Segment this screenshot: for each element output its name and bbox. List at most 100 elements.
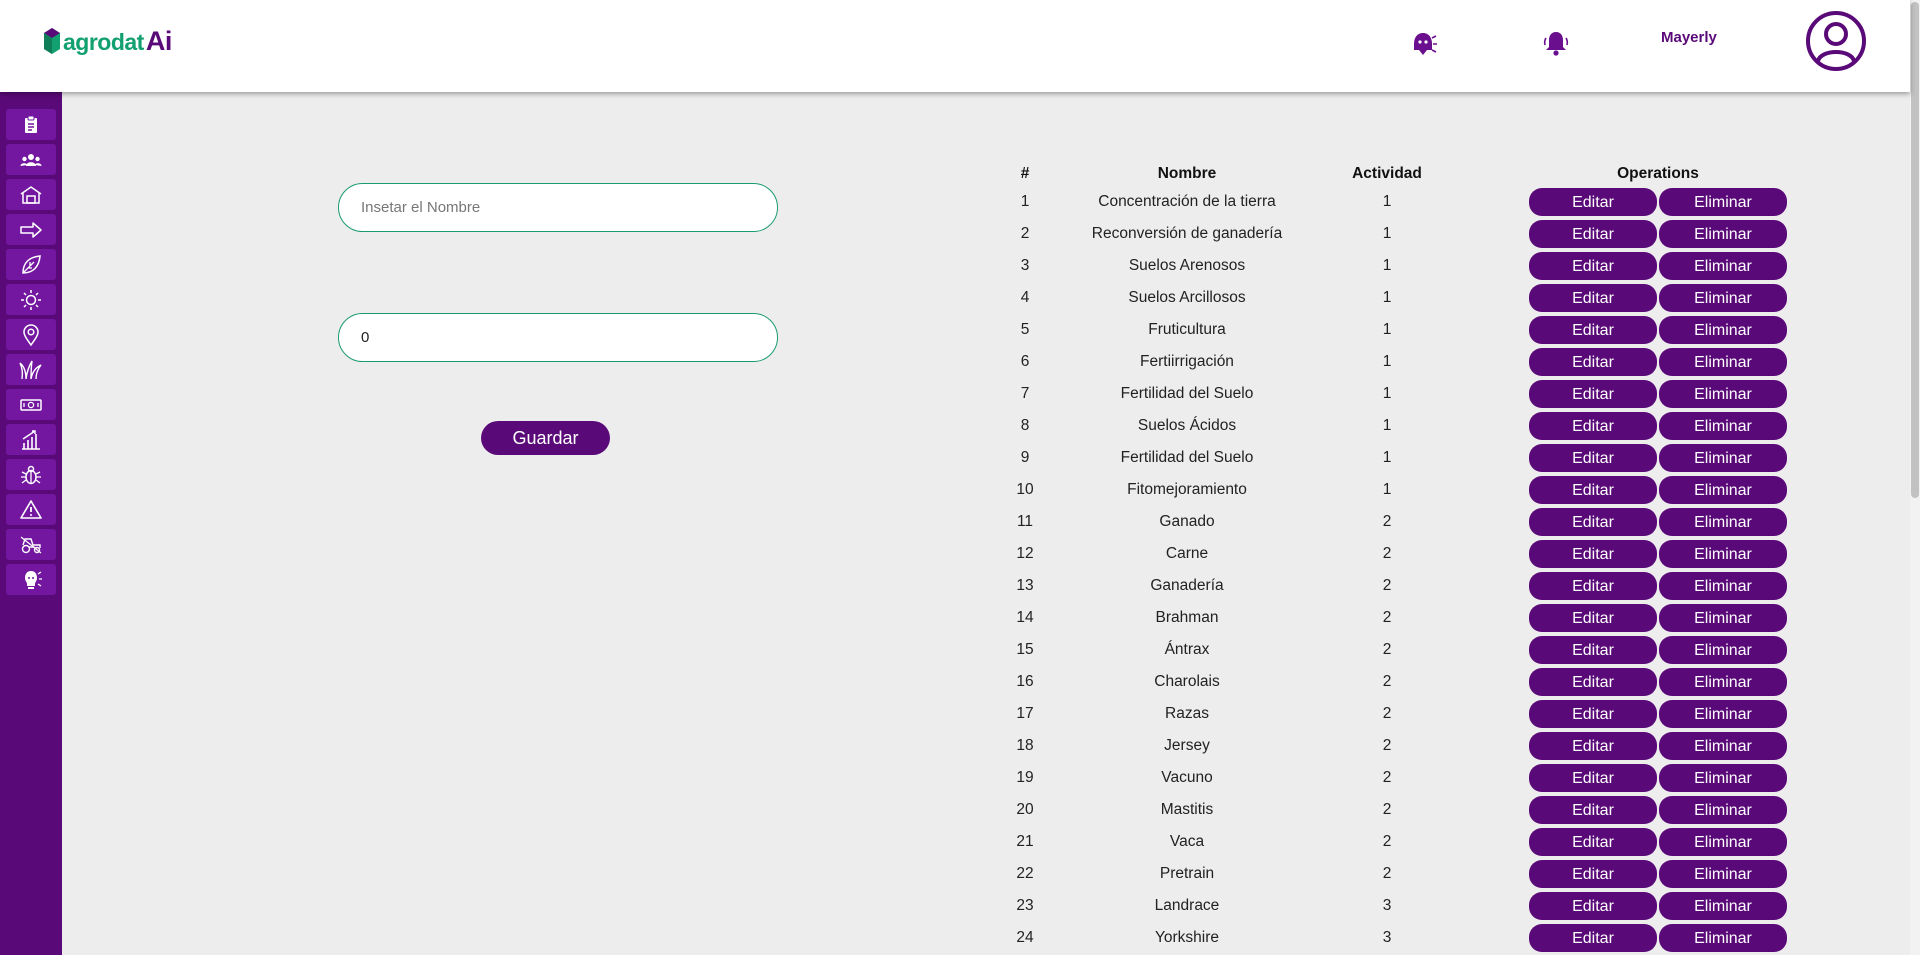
table-row: 13 Ganadería 2 Editar Eliminar bbox=[998, 570, 1864, 602]
row-number: 1 bbox=[1020, 193, 1030, 210]
delete-button[interactable]: Eliminar bbox=[1659, 252, 1787, 280]
delete-button[interactable]: Eliminar bbox=[1659, 220, 1787, 248]
user-name[interactable]: Mayerly bbox=[1661, 29, 1717, 46]
edit-button[interactable]: Editar bbox=[1529, 700, 1657, 728]
edit-button[interactable]: Editar bbox=[1529, 316, 1657, 344]
row-activity: 2 bbox=[1382, 609, 1392, 626]
growth-chart-icon bbox=[22, 429, 40, 450]
sidebar-item-weather[interactable] bbox=[6, 284, 56, 315]
row-number: 2 bbox=[1020, 225, 1030, 242]
edit-button[interactable]: Editar bbox=[1529, 412, 1657, 440]
edit-button[interactable]: Editar bbox=[1529, 828, 1657, 856]
sidebar-item-finance[interactable] bbox=[6, 389, 56, 420]
edit-button[interactable]: Editar bbox=[1529, 380, 1657, 408]
grass-icon bbox=[19, 360, 42, 379]
ai-assistant-icon[interactable] bbox=[1408, 28, 1438, 58]
edit-button[interactable]: Editar bbox=[1529, 604, 1657, 632]
delete-button[interactable]: Eliminar bbox=[1659, 412, 1787, 440]
sidebar-item-crops[interactable] bbox=[6, 249, 56, 280]
sidebar-item-users[interactable] bbox=[6, 144, 56, 175]
edit-button[interactable]: Editar bbox=[1529, 572, 1657, 600]
delete-button[interactable]: Eliminar bbox=[1659, 700, 1787, 728]
row-activity: 2 bbox=[1382, 737, 1392, 754]
row-number: 21 bbox=[1016, 833, 1034, 850]
row-number: 14 bbox=[1016, 609, 1034, 626]
delete-button[interactable]: Eliminar bbox=[1659, 284, 1787, 312]
row-operations: Editar Eliminar bbox=[1452, 858, 1864, 890]
name-input[interactable] bbox=[338, 183, 778, 232]
row-operations: Editar Eliminar bbox=[1452, 922, 1864, 954]
edit-button[interactable]: Editar bbox=[1529, 252, 1657, 280]
edit-button[interactable]: Editar bbox=[1529, 508, 1657, 536]
notification-bell-icon[interactable] bbox=[1541, 28, 1571, 58]
delete-button[interactable]: Eliminar bbox=[1659, 348, 1787, 376]
sidebar-item-production[interactable] bbox=[6, 424, 56, 455]
table-row: 6 Fertiirrigación 1 Editar Eliminar bbox=[998, 346, 1864, 378]
sidebar-item-location[interactable] bbox=[6, 319, 56, 350]
delete-button[interactable]: Eliminar bbox=[1659, 924, 1787, 952]
row-operations: Editar Eliminar bbox=[1452, 698, 1864, 730]
delete-button[interactable]: Eliminar bbox=[1659, 380, 1787, 408]
sidebar-item-topics[interactable] bbox=[6, 109, 56, 140]
row-operations: Editar Eliminar bbox=[1452, 314, 1864, 346]
bug-icon bbox=[21, 465, 41, 484]
edit-button[interactable]: Editar bbox=[1529, 220, 1657, 248]
delete-button[interactable]: Eliminar bbox=[1659, 636, 1787, 664]
edit-button[interactable]: Editar bbox=[1529, 668, 1657, 696]
delete-button[interactable]: Eliminar bbox=[1659, 604, 1787, 632]
table-row: 18 Jersey 2 Editar Eliminar bbox=[998, 730, 1864, 762]
save-button[interactable]: Guardar bbox=[481, 421, 610, 455]
delete-button[interactable]: Eliminar bbox=[1659, 668, 1787, 696]
delete-button[interactable]: Eliminar bbox=[1659, 860, 1787, 888]
edit-button[interactable]: Editar bbox=[1529, 188, 1657, 216]
delete-button[interactable]: Eliminar bbox=[1659, 508, 1787, 536]
sidebar-item-alerts[interactable] bbox=[6, 494, 56, 525]
edit-button[interactable]: Editar bbox=[1529, 860, 1657, 888]
tractor-icon bbox=[20, 536, 42, 553]
edit-button[interactable]: Editar bbox=[1529, 348, 1657, 376]
delete-button[interactable]: Eliminar bbox=[1659, 540, 1787, 568]
sidebar-item-farm[interactable] bbox=[6, 179, 56, 210]
user-avatar-icon[interactable] bbox=[1805, 10, 1867, 72]
row-activity: 1 bbox=[1382, 385, 1392, 402]
table-row: 1 Concentración de la tierra 1 Editar Elimin… bbox=[998, 186, 1864, 218]
sidebar-item-machinery[interactable] bbox=[6, 529, 56, 560]
edit-button[interactable]: Editar bbox=[1529, 284, 1657, 312]
users-icon bbox=[20, 153, 42, 166]
edit-button[interactable]: Editar bbox=[1529, 444, 1657, 472]
delete-button[interactable]: Eliminar bbox=[1659, 444, 1787, 472]
activity-input[interactable] bbox=[338, 313, 778, 362]
edit-button[interactable]: Editar bbox=[1529, 764, 1657, 792]
row-operations: Editar Eliminar bbox=[1452, 666, 1864, 698]
delete-button[interactable]: Eliminar bbox=[1659, 764, 1787, 792]
row-activity: 1 bbox=[1382, 417, 1392, 434]
sidebar-item-pests[interactable] bbox=[6, 459, 56, 490]
row-name: Fertilidad del Suelo bbox=[1120, 385, 1254, 402]
edit-button[interactable]: Editar bbox=[1529, 732, 1657, 760]
delete-button[interactable]: Eliminar bbox=[1659, 572, 1787, 600]
scrollbar-thumb[interactable] bbox=[1911, 2, 1919, 498]
sidebar-item-ai[interactable] bbox=[6, 564, 56, 595]
row-number: 12 bbox=[1016, 545, 1034, 562]
row-number: 9 bbox=[1020, 449, 1030, 466]
delete-button[interactable]: Eliminar bbox=[1659, 796, 1787, 824]
edit-button[interactable]: Editar bbox=[1529, 796, 1657, 824]
edit-button[interactable]: Editar bbox=[1529, 636, 1657, 664]
row-name: Yorkshire bbox=[1154, 929, 1220, 946]
sidebar-item-next[interactable] bbox=[6, 214, 56, 245]
sidebar-item-pasture[interactable] bbox=[6, 354, 56, 385]
delete-button[interactable]: Eliminar bbox=[1659, 732, 1787, 760]
row-activity: 1 bbox=[1382, 289, 1392, 306]
delete-button[interactable]: Eliminar bbox=[1659, 828, 1787, 856]
brand-logo[interactable]: agrodatAi bbox=[44, 26, 172, 56]
row-name: Jersey bbox=[1164, 737, 1210, 754]
edit-button[interactable]: Editar bbox=[1529, 924, 1657, 952]
edit-button[interactable]: Editar bbox=[1529, 540, 1657, 568]
row-activity: 2 bbox=[1382, 577, 1392, 594]
delete-button[interactable]: Eliminar bbox=[1659, 892, 1787, 920]
delete-button[interactable]: Eliminar bbox=[1659, 188, 1787, 216]
delete-button[interactable]: Eliminar bbox=[1659, 316, 1787, 344]
edit-button[interactable]: Editar bbox=[1529, 476, 1657, 504]
delete-button[interactable]: Eliminar bbox=[1659, 476, 1787, 504]
edit-button[interactable]: Editar bbox=[1529, 892, 1657, 920]
